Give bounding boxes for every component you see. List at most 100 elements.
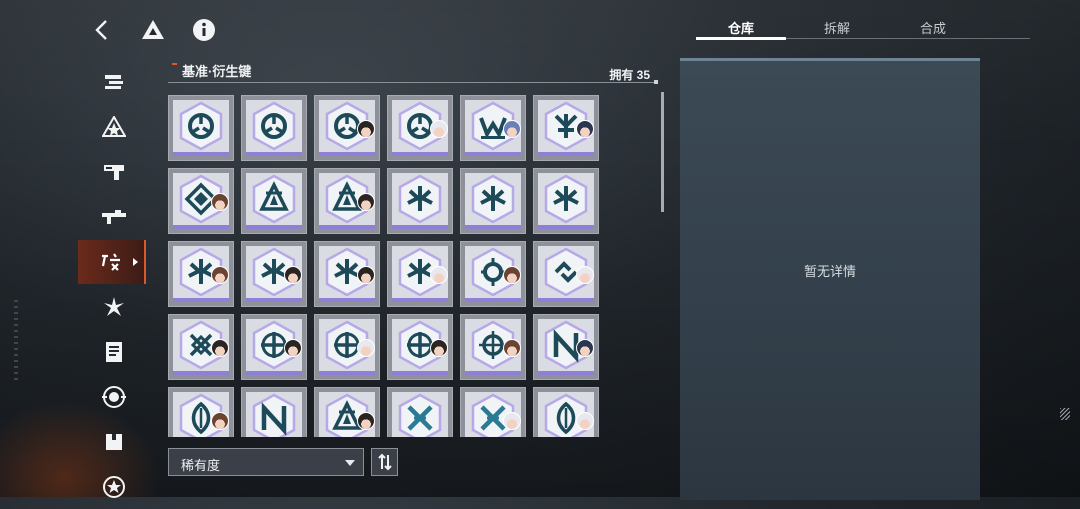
item-slot[interactable] — [387, 387, 453, 437]
item-slot[interactable] — [460, 314, 526, 380]
rarity-bar — [246, 225, 302, 229]
stack-icon — [105, 75, 123, 89]
item-slot[interactable] — [533, 387, 599, 437]
rifle-icon — [102, 210, 126, 224]
active-indicator-icon — [133, 258, 138, 266]
gun-icon — [104, 165, 124, 180]
item-slot[interactable] — [314, 95, 380, 161]
info-icon — [193, 19, 215, 41]
target-icon — [102, 386, 126, 408]
chevron-down-icon — [345, 460, 355, 466]
character-avatar-icon — [284, 266, 302, 284]
character-avatar-icon — [503, 339, 521, 357]
item-slot[interactable] — [387, 314, 453, 380]
sort-dropdown-label: 稀有度 — [181, 458, 221, 473]
rarity-bar — [392, 298, 448, 302]
item-slot[interactable] — [314, 314, 380, 380]
character-avatar-icon — [357, 266, 375, 284]
rarity-bar — [538, 225, 594, 229]
back-button[interactable] — [86, 14, 118, 46]
item-slot[interactable] — [460, 95, 526, 161]
character-avatar-icon — [357, 120, 375, 138]
sidebar-item-rifle[interactable] — [82, 195, 146, 239]
character-avatar-icon — [284, 339, 302, 357]
item-slot[interactable] — [168, 314, 234, 380]
inventory-title: 基准·衍生键 — [182, 64, 252, 79]
rarity-bar — [392, 225, 448, 229]
item-slot[interactable] — [168, 168, 234, 234]
character-avatar-icon — [503, 266, 521, 284]
item-slot[interactable] — [533, 241, 599, 307]
item-slot[interactable] — [241, 168, 307, 234]
item-slot[interactable] — [314, 168, 380, 234]
sidebar-item-triangle[interactable] — [82, 105, 146, 149]
rarity-bar — [465, 371, 521, 375]
item-slot[interactable] — [460, 241, 526, 307]
rarity-bar — [465, 152, 521, 156]
derivative-key-emblem-icon — [398, 393, 442, 437]
rarity-bar — [319, 225, 375, 229]
derivative-key-emblem-icon — [252, 393, 296, 437]
item-slot[interactable] — [241, 95, 307, 161]
character-avatar-icon — [357, 339, 375, 357]
item-slot[interactable] — [168, 241, 234, 307]
sidebar-item-derivative-key[interactable] — [78, 240, 146, 284]
decorative-ticks — [14, 300, 18, 380]
sidebar-item-target[interactable] — [82, 375, 146, 419]
sidebar-item-document[interactable] — [82, 330, 146, 374]
item-slot[interactable] — [241, 314, 307, 380]
character-avatar-icon — [211, 339, 229, 357]
rarity-bar — [319, 298, 375, 302]
character-avatar-icon — [430, 266, 448, 284]
tab-dismantle[interactable]: 拆解 — [792, 18, 882, 37]
derivative-key-emblem-icon — [252, 101, 296, 151]
grid-scrollbar[interactable] — [661, 92, 664, 212]
item-slot[interactable] — [168, 95, 234, 161]
tab-synthesize[interactable]: 合成 — [888, 18, 978, 37]
header-divider — [168, 80, 658, 84]
item-slot[interactable] — [533, 314, 599, 380]
flower-icon — [104, 297, 124, 316]
sidebar-item-stack[interactable] — [82, 60, 146, 104]
item-slot[interactable] — [168, 387, 234, 437]
rarity-bar — [319, 371, 375, 375]
info-button[interactable] — [188, 14, 220, 46]
rarity-bar — [392, 371, 448, 375]
triangle-star-icon — [102, 116, 126, 137]
item-slot[interactable] — [241, 241, 307, 307]
rarity-bar — [319, 152, 375, 156]
tab-active-indicator — [696, 37, 786, 40]
character-avatar-icon — [357, 412, 375, 430]
home-button[interactable] — [137, 14, 169, 46]
character-avatar-icon — [211, 193, 229, 211]
sort-dropdown[interactable]: 稀有度 — [168, 448, 364, 476]
item-slot[interactable] — [387, 168, 453, 234]
sidebar-item-flower[interactable] — [82, 285, 146, 329]
item-slot[interactable] — [314, 387, 380, 437]
character-avatar-icon — [430, 339, 448, 357]
character-avatar-icon — [503, 412, 521, 430]
character-avatar-icon — [503, 120, 521, 138]
derivative-key-emblem-icon — [179, 101, 223, 151]
item-slot[interactable] — [533, 95, 599, 161]
item-slot[interactable] — [533, 168, 599, 234]
item-slot[interactable] — [460, 387, 526, 437]
derivative-key-emblem-icon — [252, 174, 296, 224]
rarity-bar — [246, 371, 302, 375]
sidebar-item-star[interactable] — [82, 465, 146, 509]
item-slot[interactable] — [387, 241, 453, 307]
derivative-key-icon — [101, 253, 120, 271]
sidebar-item-box[interactable] — [82, 420, 146, 464]
rarity-bar — [246, 152, 302, 156]
item-slot[interactable] — [460, 168, 526, 234]
sort-order-button[interactable] — [371, 448, 398, 476]
item-slot[interactable] — [387, 95, 453, 161]
item-slot[interactable] — [314, 241, 380, 307]
title-accent-mark — [172, 63, 177, 65]
tab-warehouse[interactable]: 仓库 — [696, 18, 786, 37]
item-slot[interactable] — [241, 387, 307, 437]
rarity-bar — [173, 298, 229, 302]
rarity-bar — [465, 225, 521, 229]
back-arrow-icon — [95, 20, 107, 40]
sidebar-item-gun[interactable] — [82, 150, 146, 194]
